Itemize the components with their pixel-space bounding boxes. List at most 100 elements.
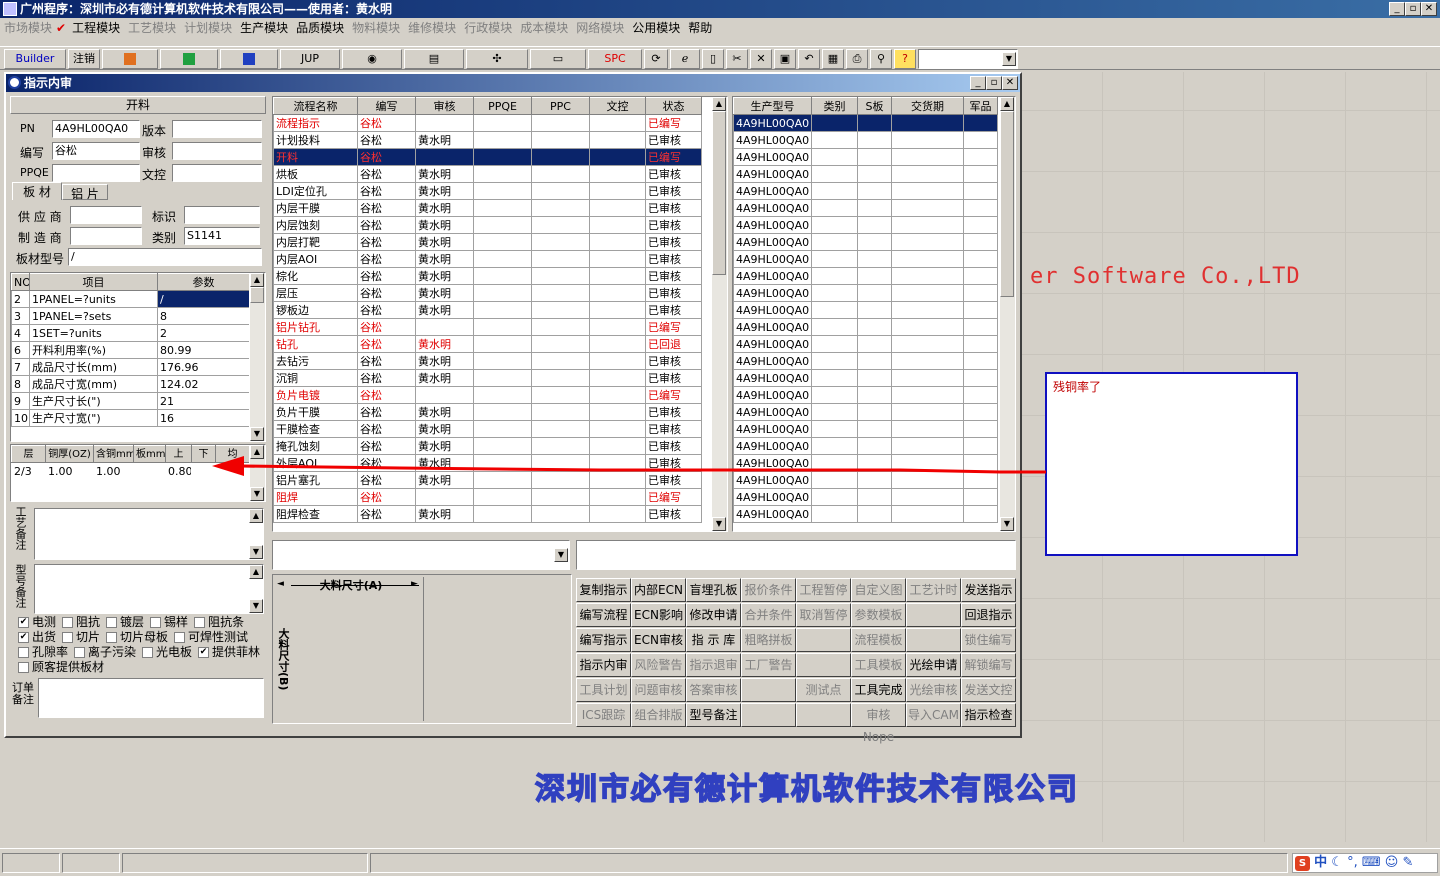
action-button[interactable]: 工厂警告	[741, 653, 796, 677]
user-icon[interactable]: ☺	[1385, 855, 1399, 870]
action-button[interactable]: 工艺计时	[906, 578, 961, 602]
maker-field[interactable]	[70, 227, 142, 245]
flow-header[interactable]: 编写	[357, 97, 416, 115]
version-field[interactable]	[172, 120, 262, 138]
menu-item-2[interactable]: 工艺模块	[124, 18, 180, 38]
wrench-icon[interactable]: ✎	[1402, 855, 1413, 870]
table-row[interactable]: 阻焊检查 谷松 黄水明 已审核	[273, 505, 702, 523]
scroll-down-icon[interactable]: ▼	[1000, 517, 1014, 531]
model-number[interactable]: 4A9HL00QA0	[733, 233, 812, 251]
action-button[interactable]: 导入CAM	[906, 703, 961, 727]
table-row[interactable]: 4A9HL00QA0	[733, 335, 998, 353]
action-button[interactable]: 组合排版	[631, 703, 686, 727]
checkbox[interactable]: ✔	[18, 632, 29, 643]
model-note-field[interactable]: ▲ ▼	[34, 564, 264, 614]
param-value[interactable]: 16	[157, 409, 250, 427]
model-number[interactable]: 4A9HL00QA0	[733, 216, 812, 234]
table-row[interactable]: 干膜检查 谷松 黄水明 已审核	[273, 420, 702, 438]
flow-header[interactable]: 文控	[589, 97, 646, 115]
table-row[interactable]: 4A9HL00QA0	[733, 454, 998, 472]
action-button[interactable]: 答案审核	[686, 678, 741, 702]
table-row[interactable]: 4A9HL00QA0	[733, 131, 998, 149]
action-button[interactable]: 合并条件	[741, 603, 796, 627]
minimize-button[interactable]: _	[1389, 2, 1405, 16]
model-number[interactable]: 4A9HL00QA0	[733, 131, 812, 149]
flow-name[interactable]: 层压	[273, 284, 358, 302]
word-icon[interactable]	[220, 49, 278, 69]
table-row[interactable]: 4A9HL00QA0	[733, 199, 998, 217]
table-row[interactable]: 2 1PANEL=?units /	[11, 290, 250, 308]
layer-cell[interactable]	[216, 463, 250, 480]
instruction-text-field[interactable]	[576, 540, 1016, 570]
table-row[interactable]: 内层干膜 谷松 黄水明 已审核	[273, 199, 702, 217]
action-button[interactable]: 发送指示	[961, 578, 1016, 602]
checkbox-option[interactable]: 顾客提供板材	[18, 659, 104, 675]
layer-cell[interactable]: 1.00	[94, 463, 134, 480]
ime-tray[interactable]: S 中 ☾ °, ⌨ ☺ ✎	[1292, 853, 1438, 873]
model-number[interactable]: 4A9HL00QA0	[733, 250, 812, 268]
table-row[interactable]: 4A9HL00QA0	[733, 352, 998, 370]
model-number[interactable]: 4A9HL00QA0	[733, 182, 812, 200]
table-row[interactable]: 4A9HL00QA0	[733, 386, 998, 404]
param-value[interactable]: /	[157, 290, 250, 308]
layer-cell[interactable]	[134, 463, 166, 480]
layer-header[interactable]: 下	[191, 445, 216, 463]
print-icon[interactable]: ⎙	[846, 49, 868, 69]
model-number[interactable]: 4A9HL00QA0	[733, 420, 812, 438]
table-row[interactable]: 4A9HL00QA0	[733, 250, 998, 268]
chevron-down-icon[interactable]: ▼	[554, 548, 568, 562]
action-button[interactable]: 风险警告	[631, 653, 686, 677]
tab-aluminum[interactable]: 铝 片	[62, 184, 108, 201]
scroll-up-icon[interactable]: ▲	[250, 273, 264, 287]
toolbar-combo[interactable]: ▼	[918, 49, 1018, 69]
action-button[interactable]: 编写指示	[576, 628, 631, 652]
param-header[interactable]: NO	[11, 273, 30, 291]
flow-name[interactable]: 铝片钻孔	[273, 318, 358, 336]
checkbox[interactable]: ✔	[18, 617, 29, 628]
flow-name[interactable]: 流程指示	[273, 114, 358, 132]
table-row[interactable]: 10 生产尺寸宽(") 16	[11, 409, 250, 427]
param-header[interactable]: 参数	[157, 273, 250, 291]
cut-icon[interactable]: ✂	[726, 49, 748, 69]
flow-name[interactable]: 去钻污	[273, 352, 358, 370]
table-row[interactable]: 4A9HL00QA0	[733, 488, 998, 506]
table-row[interactable]: 4A9HL00QA0	[733, 216, 998, 234]
flow-name[interactable]: 钻孔	[273, 335, 358, 353]
supplier-field[interactable]	[70, 206, 142, 224]
flow-header[interactable]: 审核	[415, 97, 474, 115]
layer-cell[interactable]	[192, 463, 216, 480]
layer-header[interactable]: 铜厚(OZ)	[45, 445, 94, 463]
menu-item-7[interactable]: 维修模块	[404, 18, 460, 38]
flow-name[interactable]: 内层AOI	[273, 250, 358, 268]
action-button[interactable]	[741, 703, 796, 727]
table-row[interactable]: 4A9HL00QA0	[733, 284, 998, 302]
table-row[interactable]: 4A9HL00QA0	[733, 471, 998, 489]
menu-item-11[interactable]: 公用模块	[628, 18, 684, 38]
jup-button[interactable]: JUP	[280, 49, 340, 69]
menu-item-4[interactable]: 生产模块	[236, 18, 292, 38]
layer-cell[interactable]: 2/3	[12, 463, 46, 480]
flow-header[interactable]: 流程名称	[273, 97, 358, 115]
table-row[interactable]: 开料 谷松 已编写	[273, 148, 702, 166]
checkbox[interactable]	[18, 647, 29, 658]
action-button[interactable]: 指示退审	[686, 653, 741, 677]
flow-name[interactable]: 内层打靶	[273, 233, 358, 251]
model-number[interactable]: 4A9HL00QA0	[733, 267, 812, 285]
checkbox-option[interactable]: 切片	[62, 629, 100, 645]
model-number[interactable]: 4A9HL00QA0	[733, 318, 812, 336]
flow-header[interactable]: 状态	[645, 97, 702, 115]
action-button[interactable]: 报价条件	[741, 578, 796, 602]
find-icon[interactable]: ⚲	[870, 49, 892, 69]
action-button[interactable]: 指示内审	[576, 653, 631, 677]
scroll-up-icon[interactable]: ▲	[712, 97, 726, 111]
action-button[interactable]: 指 示 库	[686, 628, 741, 652]
table-row[interactable]: 计划投料 谷松 黄水明 已审核	[273, 131, 702, 149]
action-button[interactable]	[906, 603, 961, 627]
table-row[interactable]: 4A9HL00QA0	[733, 369, 998, 387]
action-button[interactable]	[796, 703, 851, 727]
flow-name[interactable]: 阻焊检查	[273, 505, 358, 523]
flow-header[interactable]: PPQE	[473, 97, 532, 115]
close-button[interactable]: ✕	[1421, 2, 1437, 16]
table-row[interactable]: 负片电镀 谷松 已编写	[273, 386, 702, 404]
action-button[interactable]: 型号备注	[686, 703, 741, 727]
